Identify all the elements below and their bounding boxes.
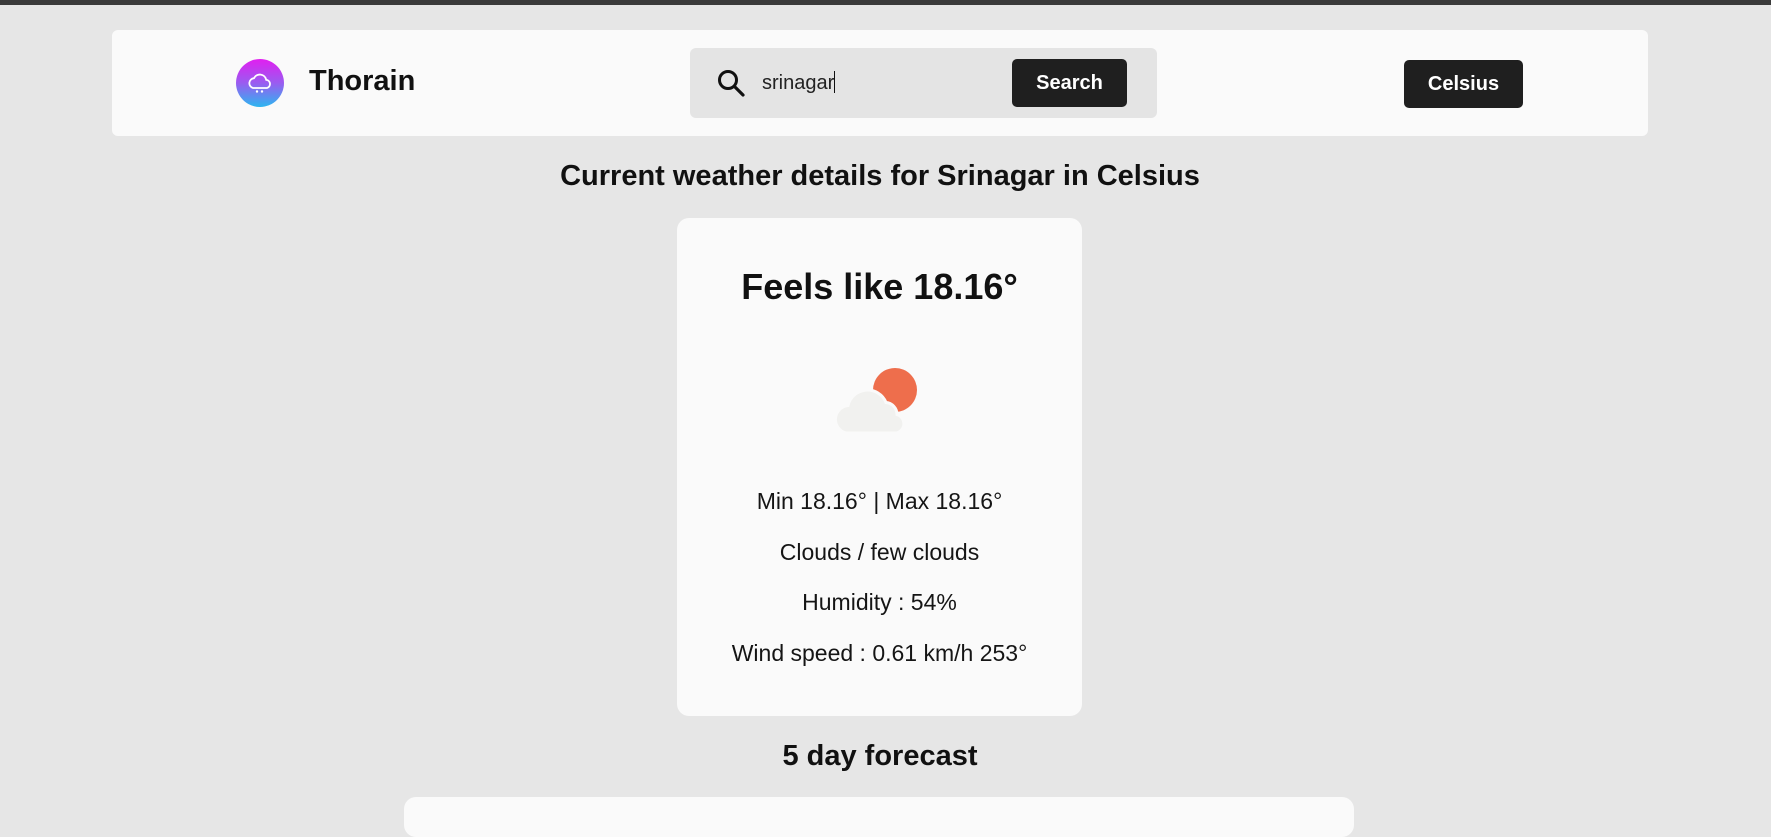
forecast-heading: 5 day forecast bbox=[782, 740, 978, 772]
text-caret bbox=[834, 71, 835, 93]
feels-like-temperature: Feels like 18.16° bbox=[741, 266, 1018, 307]
app-header: Thorain Search Celsius bbox=[112, 30, 1648, 136]
search-bar: Search bbox=[690, 48, 1157, 118]
search-button[interactable]: Search bbox=[1012, 59, 1127, 107]
search-input[interactable] bbox=[762, 65, 992, 101]
window-top-border bbox=[0, 0, 1771, 5]
forecast-card bbox=[404, 797, 1354, 837]
app-name: Thorain bbox=[309, 65, 416, 97]
current-weather-heading: Current weather details for Srinagar in … bbox=[560, 160, 1200, 192]
wind-speed: Wind speed : 0.61 km/h 253° bbox=[731, 640, 1028, 666]
min-max-temperature: Min 18.16° | Max 18.16° bbox=[756, 488, 1003, 514]
current-weather-card: Feels like 18.16° Min 18.16° | Max 18.16… bbox=[677, 218, 1082, 716]
weather-condition: Clouds / few clouds bbox=[779, 539, 980, 565]
unit-toggle-button[interactable]: Celsius bbox=[1404, 60, 1523, 108]
cloud-sun-icon bbox=[833, 368, 917, 435]
search-icon bbox=[718, 70, 745, 97]
humidity: Humidity : 54% bbox=[802, 589, 957, 615]
app-logo-icon[interactable] bbox=[236, 59, 284, 107]
